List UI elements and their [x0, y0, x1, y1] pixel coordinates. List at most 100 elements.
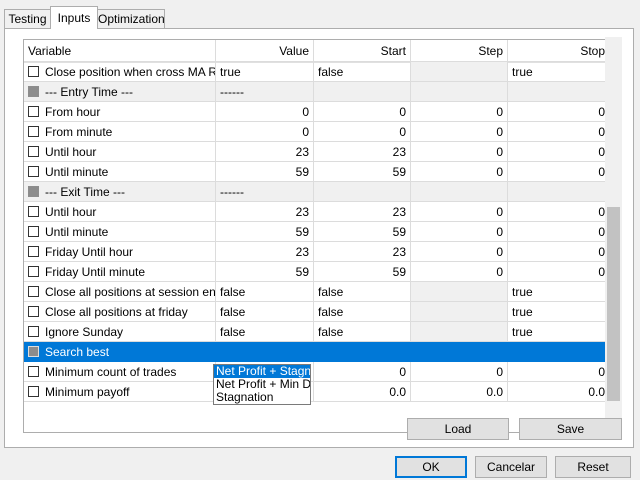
variable-name-cell[interactable]: --- Entry Time ---: [24, 82, 216, 102]
stop-cell[interactable]: 0: [508, 242, 610, 262]
value-cell[interactable]: false: [216, 302, 314, 322]
dropdown-option[interactable]: Net Profit + Min DD: [214, 378, 310, 391]
optimize-checkbox[interactable]: [28, 246, 39, 258]
table-row[interactable]: Until hour 23 23 0 0: [24, 142, 610, 162]
step-cell[interactable]: 0: [411, 142, 508, 162]
optimize-checkbox[interactable]: [28, 286, 39, 298]
variable-name-cell[interactable]: Until minute: [24, 162, 216, 182]
start-cell[interactable]: 0: [314, 102, 411, 122]
value-cell[interactable]: false: [216, 282, 314, 302]
variable-name-cell[interactable]: Friday Until hour: [24, 242, 216, 262]
save-button[interactable]: Save: [519, 418, 622, 440]
variable-name-cell[interactable]: Until minute: [24, 222, 216, 242]
step-cell[interactable]: [411, 302, 508, 322]
step-cell[interactable]: 0: [411, 222, 508, 242]
step-cell[interactable]: 0: [411, 162, 508, 182]
variable-name-cell[interactable]: Minimum count of trades: [24, 362, 216, 382]
variable-name-cell[interactable]: Search best: [24, 342, 216, 362]
stop-cell[interactable]: [508, 182, 610, 202]
reset-button[interactable]: Reset: [555, 456, 631, 478]
optimize-checkbox[interactable]: [28, 86, 39, 98]
stop-cell[interactable]: 0: [508, 202, 610, 222]
stop-cell[interactable]: 0: [508, 162, 610, 182]
variable-name-cell[interactable]: Close all positions at session endi...: [24, 282, 216, 302]
optimize-checkbox[interactable]: [28, 346, 39, 358]
start-cell[interactable]: 23: [314, 242, 411, 262]
start-cell[interactable]: false: [314, 282, 411, 302]
table-row[interactable]: Close all positions at friday false false t…: [24, 302, 610, 322]
optimize-checkbox[interactable]: [28, 166, 39, 178]
optimize-checkbox[interactable]: [28, 186, 39, 198]
variable-name-cell[interactable]: Until hour: [24, 202, 216, 222]
optimize-checkbox[interactable]: [28, 306, 39, 318]
value-cell[interactable]: ------: [216, 82, 314, 102]
start-cell[interactable]: 59: [314, 162, 411, 182]
stop-cell[interactable]: 0.0: [508, 382, 610, 402]
table-row[interactable]: Friday Until minute 59 59 0 0: [24, 262, 610, 282]
start-cell[interactable]: false: [314, 302, 411, 322]
optimize-checkbox[interactable]: [28, 266, 39, 278]
table-row[interactable]: Friday Until hour 23 23 0 0: [24, 242, 610, 262]
value-cell[interactable]: [216, 342, 314, 362]
table-row[interactable]: Minimum count of trades 0 0 0: [24, 362, 610, 382]
step-cell[interactable]: [411, 322, 508, 342]
stop-cell[interactable]: [508, 342, 610, 362]
stop-cell[interactable]: true: [508, 302, 610, 322]
start-cell[interactable]: 59: [314, 222, 411, 242]
table-row[interactable]: Search bestNet Profit + Stagnation∨: [24, 342, 610, 362]
variable-name-cell[interactable]: From hour: [24, 102, 216, 122]
step-cell[interactable]: 0: [411, 242, 508, 262]
start-cell[interactable]: false: [314, 62, 411, 82]
column-header-stop[interactable]: Stop: [508, 40, 610, 62]
table-row[interactable]: Close all positions at session endi...fa…: [24, 282, 610, 302]
variable-name-cell[interactable]: --- Exit Time ---: [24, 182, 216, 202]
grid-vertical-scrollbar[interactable]: [605, 37, 622, 430]
tab-inputs[interactable]: Inputs: [50, 6, 98, 29]
start-cell[interactable]: 0.0: [314, 382, 411, 402]
dropdown-option[interactable]: Stagnation: [214, 391, 310, 404]
table-row[interactable]: Until minute 59 59 0 0: [24, 222, 610, 242]
column-header-step[interactable]: Step: [411, 40, 508, 62]
stop-cell[interactable]: 0: [508, 142, 610, 162]
column-header-value[interactable]: Value: [216, 40, 314, 62]
step-cell[interactable]: [411, 82, 508, 102]
stop-cell[interactable]: 0: [508, 262, 610, 282]
optimize-checkbox[interactable]: [28, 366, 39, 378]
stop-cell[interactable]: 0: [508, 362, 610, 382]
optimize-checkbox[interactable]: [28, 206, 39, 218]
tab-optimization[interactable]: Optimization: [97, 9, 165, 28]
step-cell[interactable]: 0: [411, 102, 508, 122]
table-row[interactable]: Until hour 23 23 0 0: [24, 202, 610, 222]
stop-cell[interactable]: 0: [508, 122, 610, 142]
value-cell[interactable]: true: [216, 62, 314, 82]
stop-cell[interactable]: 0: [508, 222, 610, 242]
table-row[interactable]: --- Entry Time --- ------: [24, 82, 610, 102]
start-cell[interactable]: 23: [314, 202, 411, 222]
step-cell[interactable]: [411, 62, 508, 82]
stop-cell[interactable]: 0: [508, 102, 610, 122]
stop-cell[interactable]: true: [508, 282, 610, 302]
value-cell[interactable]: 59: [216, 262, 314, 282]
start-cell[interactable]: 23: [314, 142, 411, 162]
start-cell[interactable]: false: [314, 322, 411, 342]
start-cell[interactable]: 0: [314, 362, 411, 382]
table-row[interactable]: Ignore Sunday false false true: [24, 322, 610, 342]
step-cell[interactable]: [411, 182, 508, 202]
search-best-dropdown-list[interactable]: Net Profit + Stagnation Net Profit + Min…: [213, 364, 311, 405]
step-cell[interactable]: [411, 282, 508, 302]
step-cell[interactable]: 0: [411, 262, 508, 282]
value-cell[interactable]: 0: [216, 102, 314, 122]
optimize-checkbox[interactable]: [28, 386, 39, 398]
value-cell[interactable]: 23: [216, 202, 314, 222]
variable-name-cell[interactable]: Until hour: [24, 142, 216, 162]
table-row[interactable]: Close position when cross MA R... true fal…: [24, 62, 610, 82]
variable-name-cell[interactable]: Close all positions at friday: [24, 302, 216, 322]
value-cell[interactable]: 0: [216, 122, 314, 142]
step-cell[interactable]: 0.0: [411, 382, 508, 402]
variable-name-cell[interactable]: Ignore Sunday: [24, 322, 216, 342]
column-header-variable[interactable]: Variable: [24, 40, 216, 62]
step-cell[interactable]: [411, 342, 508, 362]
optimize-checkbox[interactable]: [28, 326, 39, 338]
dropdown-option[interactable]: Net Profit + Stagnation: [214, 365, 310, 378]
variable-name-cell[interactable]: Friday Until minute: [24, 262, 216, 282]
